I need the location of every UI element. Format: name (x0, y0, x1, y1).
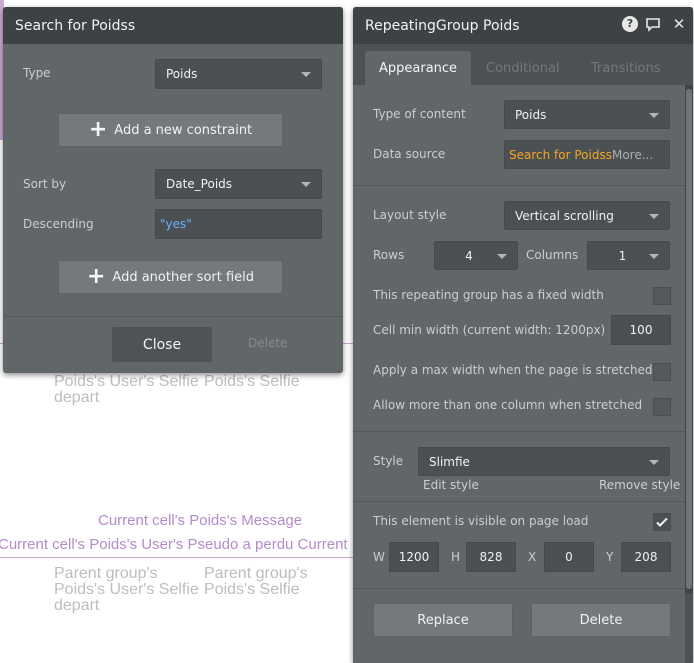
chevron-down-icon (649, 253, 659, 259)
canvas-text: Poids's Selfie (204, 373, 300, 390)
canvas-text: Parent group's Poids's User's Selfie dep… (54, 565, 199, 614)
x-input[interactable]: 0 (544, 542, 594, 572)
tab-transitions[interactable]: Transitions (577, 51, 675, 85)
canvas-text: Parent group's Poids's Selfie (204, 565, 308, 598)
data-source-value: Search for Poidss (509, 147, 612, 162)
layout-style-dropdown[interactable]: Vertical scrolling (504, 201, 670, 230)
sort-by-dropdown[interactable]: Date_Poids (155, 169, 322, 199)
chevron-down-icon (649, 459, 659, 465)
canvas-message-text: Current cell's Poids's Message (98, 512, 303, 529)
rows-dropdown[interactable]: 4 (434, 241, 518, 270)
fixed-width-checkbox[interactable] (653, 287, 671, 305)
chevron-down-icon (649, 112, 659, 118)
type-of-content-label: Type of content (373, 107, 466, 121)
search-dialog-title: Search for Poidss (3, 7, 343, 44)
y-input[interactable]: 208 (621, 542, 671, 572)
sort-by-label: Sort by (23, 177, 67, 191)
fixed-width-label: This repeating group has a fixed width (373, 288, 604, 302)
x-label: X (528, 550, 537, 564)
add-sort-field-button[interactable]: + Add another sort field (58, 260, 283, 294)
multi-column-checkbox[interactable] (653, 398, 671, 416)
appearance-panel: Type of content Poids Data source Search… (353, 85, 685, 663)
y-label: Y (606, 550, 614, 564)
tab-appearance[interactable]: Appearance (365, 51, 472, 85)
visible-on-load-checkbox[interactable] (653, 513, 671, 531)
chevron-down-icon (301, 72, 311, 77)
plus-icon: + (88, 117, 108, 142)
chevron-down-icon (301, 182, 311, 187)
tab-bar: Appearance Conditional Transitions (353, 51, 693, 85)
property-editor-header: RepeatingGroup Poids ? ✕ (353, 7, 693, 44)
divider (353, 431, 685, 432)
scrollbar-thumb[interactable] (686, 89, 692, 589)
style-label: Style (373, 454, 404, 468)
sort-by-value: Date_Poids (166, 177, 233, 191)
type-label: Type (23, 66, 51, 80)
delete-element-button[interactable]: Delete (531, 603, 671, 637)
type-of-content-dropdown[interactable]: Poids (504, 100, 670, 129)
divider (353, 185, 685, 186)
cell-min-width-label: Cell min width (current width: 1200px) (373, 323, 606, 337)
data-source-more-link[interactable]: More... (612, 148, 653, 162)
checkmark-icon (656, 517, 668, 527)
rows-label: Rows (373, 248, 405, 262)
cell-min-width-input[interactable]: 100 (611, 315, 671, 345)
visible-on-load-label: This element is visible on page load (373, 514, 589, 528)
style-value: Slimfie (429, 454, 470, 469)
property-editor-title: RepeatingGroup Poids (365, 18, 520, 34)
h-label: H (451, 550, 461, 564)
columns-dropdown[interactable]: 1 (587, 241, 670, 270)
columns-value: 1 (618, 248, 627, 263)
comment-icon[interactable] (645, 16, 661, 32)
multi-column-label: Allow more than one column when stretche… (373, 398, 643, 412)
rows-value: 4 (465, 248, 473, 263)
add-constraint-button[interactable]: + Add a new constraint (58, 113, 283, 147)
chevron-down-icon (649, 213, 659, 219)
remove-style-link[interactable]: Remove style (599, 478, 680, 492)
data-source-label: Data source (373, 147, 446, 161)
plus-icon: + (86, 264, 106, 289)
descending-label: Descending (23, 217, 94, 231)
delete-button[interactable]: Delete (248, 336, 287, 350)
close-icon[interactable]: ✕ (671, 16, 687, 32)
canvas-text: Poids's User's Selfie depart (54, 373, 199, 406)
type-dropdown[interactable]: Poids (155, 59, 322, 89)
add-constraint-label: Add a new constraint (114, 122, 253, 138)
height-input[interactable]: 828 (466, 542, 516, 572)
replace-button[interactable]: Replace (373, 603, 513, 637)
divider (3, 316, 343, 317)
property-editor: RepeatingGroup Poids ? ✕ Appearance Cond… (353, 7, 693, 663)
divider (353, 588, 685, 589)
layout-style-value: Vertical scrolling (515, 208, 614, 223)
search-dialog: Search for Poidss Type Poids + Add a new… (3, 7, 343, 373)
chevron-down-icon (497, 253, 507, 259)
canvas-pseudo-text: Current cell's Poids's User's Pseudo a p… (0, 536, 348, 553)
close-button[interactable]: Close (112, 327, 212, 362)
columns-label: Columns (526, 248, 579, 262)
descending-field[interactable]: "yes" (155, 209, 322, 239)
type-of-content-value: Poids (515, 107, 547, 122)
divider (353, 501, 685, 502)
max-width-label: Apply a max width when the page is stret… (373, 363, 653, 377)
w-label: W (373, 550, 385, 564)
add-sort-field-label: Add another sort field (112, 269, 255, 285)
style-dropdown[interactable]: Slimfie (418, 447, 670, 476)
tab-conditional[interactable]: Conditional (472, 51, 574, 85)
type-value: Poids (166, 67, 198, 81)
data-source-field[interactable]: Search for Poidss More... (504, 140, 670, 169)
descending-value: "yes" (160, 217, 192, 231)
max-width-checkbox[interactable] (653, 363, 671, 381)
edit-style-link[interactable]: Edit style (423, 478, 479, 492)
layout-style-label: Layout style (373, 208, 447, 222)
help-icon[interactable]: ? (622, 16, 638, 32)
width-input[interactable]: 1200 (389, 542, 439, 572)
canvas-divider (0, 557, 353, 558)
